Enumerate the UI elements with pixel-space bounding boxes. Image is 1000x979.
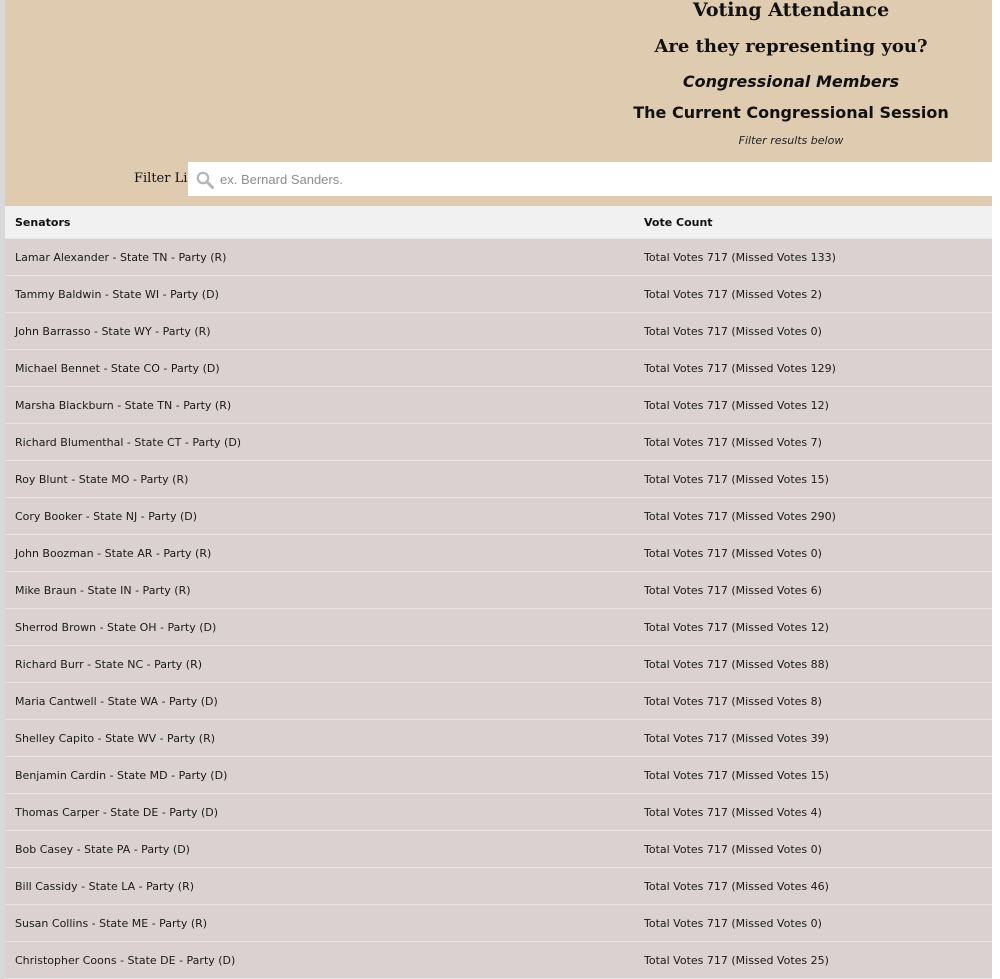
senator-name-cell: Maria Cantwell - State WA - Party (D) [15, 695, 218, 708]
table-header: Senators Vote Count [5, 206, 992, 239]
senator-name-cell: Tammy Baldwin - State WI - Party (D) [15, 288, 219, 301]
table-row[interactable]: Marsha Blackburn - State TN - Party (R) T… [5, 387, 992, 424]
table-row[interactable]: Shelley Capito - State WV - Party (R) Tot… [5, 720, 992, 757]
senator-name-cell: Richard Blumenthal - State CT - Party (D… [15, 436, 242, 449]
vote-count-cell: Total Votes 717 (Missed Votes 290) [644, 510, 836, 523]
filter-hint: Filter results below [738, 134, 844, 147]
vote-count-cell: Total Votes 717 (Missed Votes 12) [644, 621, 829, 634]
table-row[interactable]: Benjamin Cardin - State MD - Party (D) To… [5, 757, 992, 794]
senator-name-cell: Michael Bennet - State CO - Party (D) [15, 362, 220, 375]
members-heading: Congressional Members [682, 72, 900, 91]
table-row[interactable]: Lamar Alexander - State TN - Party (R) To… [5, 239, 992, 276]
vote-count-cell: Total Votes 717 (Missed Votes 7) [644, 436, 822, 449]
page-subtitle: Are they representing you? [654, 36, 928, 57]
table-row[interactable]: Bob Casey - State PA - Party (D) Total Vo… [5, 831, 992, 868]
page: Voting Attendance Are they representing … [0, 0, 1000, 979]
page-title: Voting Attendance [692, 0, 890, 21]
senator-name-cell: Marsha Blackburn - State TN - Party (R) [15, 399, 232, 412]
senator-name-cell: John Boozman - State AR - Party (R) [15, 547, 212, 560]
right-edge [992, 0, 1000, 979]
table-row[interactable]: Cory Booker - State NJ - Party (D) Total … [5, 498, 992, 535]
senators-table: Senators Vote Count Lamar Alexander - St… [5, 206, 992, 979]
vote-count-cell: Total Votes 717 (Missed Votes 0) [644, 325, 822, 338]
vote-count-cell: Total Votes 717 (Missed Votes 8) [644, 695, 822, 708]
table-row[interactable]: Richard Burr - State NC - Party (R) Total… [5, 646, 992, 683]
vote-count-cell: Total Votes 717 (Missed Votes 133) [644, 251, 836, 264]
vote-count-cell: Total Votes 717 (Missed Votes 15) [644, 473, 829, 486]
search-icon [196, 171, 214, 189]
vote-count-cell: Total Votes 717 (Missed Votes 15) [644, 769, 829, 782]
senator-name-cell: Bill Cassidy - State LA - Party (R) [15, 880, 195, 893]
senator-name-cell: Cory Booker - State NJ - Party (D) [15, 510, 197, 523]
table-row[interactable]: Richard Blumenthal - State CT - Party (D… [5, 424, 992, 461]
table-row[interactable]: Michael Bennet - State CO - Party (D) Tot… [5, 350, 992, 387]
table-row[interactable]: Christopher Coons - State DE - Party (D)… [5, 942, 992, 979]
senator-name-cell: Sherrod Brown - State OH - Party (D) [15, 621, 217, 634]
vote-count-cell: Total Votes 717 (Missed Votes 2) [644, 288, 822, 301]
vote-count-cell: Total Votes 717 (Missed Votes 129) [644, 362, 836, 375]
table-body: Lamar Alexander - State TN - Party (R) To… [5, 239, 992, 979]
table-row[interactable]: John Boozman - State AR - Party (R) Total… [5, 535, 992, 572]
vote-count-cell: Total Votes 717 (Missed Votes 46) [644, 880, 829, 893]
column-header-senators[interactable]: Senators [15, 216, 70, 229]
vote-count-cell: Total Votes 717 (Missed Votes 0) [644, 547, 822, 560]
filter-input[interactable] [216, 164, 994, 194]
table-row[interactable]: Roy Blunt - State MO - Party (R) Total Vo… [5, 461, 992, 498]
table-row[interactable]: Susan Collins - State ME - Party (R) Tota… [5, 905, 992, 942]
vote-count-cell: Total Votes 717 (Missed Votes 39) [644, 732, 829, 745]
senator-name-cell: John Barrasso - State WY - Party (R) [15, 325, 211, 338]
senator-name-cell: Susan Collins - State ME - Party (R) [15, 917, 208, 930]
senator-name-cell: Roy Blunt - State MO - Party (R) [15, 473, 189, 486]
table-row[interactable]: Bill Cassidy - State LA - Party (R) Total… [5, 868, 992, 905]
table-row[interactable]: Tammy Baldwin - State WI - Party (D) Tota… [5, 276, 992, 313]
senator-name-cell: Mike Braun - State IN - Party (R) [15, 584, 191, 597]
vote-count-cell: Total Votes 717 (Missed Votes 0) [644, 843, 822, 856]
senator-name-cell: Thomas Carper - State DE - Party (D) [15, 806, 219, 819]
senator-name-cell: Benjamin Cardin - State MD - Party (D) [15, 769, 228, 782]
senator-name-cell: Christopher Coons - State DE - Party (D) [15, 954, 236, 967]
table-row[interactable]: Thomas Carper - State DE - Party (D) Tota… [5, 794, 992, 831]
column-header-vote-count[interactable]: Vote Count [644, 216, 713, 229]
vote-count-cell: Total Votes 717 (Missed Votes 6) [644, 584, 822, 597]
session-heading: The Current Congressional Session [633, 103, 949, 122]
senator-name-cell: Richard Burr - State NC - Party (R) [15, 658, 203, 671]
table-row[interactable]: John Barrasso - State WY - Party (R) Tota… [5, 313, 992, 350]
senator-name-cell: Shelley Capito - State WV - Party (R) [15, 732, 215, 745]
vote-count-cell: Total Votes 717 (Missed Votes 12) [644, 399, 829, 412]
table-row[interactable]: Maria Cantwell - State WA - Party (D) Tot… [5, 683, 992, 720]
vote-count-cell: Total Votes 717 (Missed Votes 4) [644, 806, 822, 819]
table-row[interactable]: Sherrod Brown - State OH - Party (D) Tota… [5, 609, 992, 646]
senator-name-cell: Bob Casey - State PA - Party (D) [15, 843, 190, 856]
vote-count-cell: Total Votes 717 (Missed Votes 0) [644, 917, 822, 930]
vote-count-cell: Total Votes 717 (Missed Votes 25) [644, 954, 829, 967]
vote-count-cell: Total Votes 717 (Missed Votes 88) [644, 658, 829, 671]
table-row[interactable]: Mike Braun - State IN - Party (R) Total V… [5, 572, 992, 609]
senator-name-cell: Lamar Alexander - State TN - Party (R) [15, 251, 227, 264]
